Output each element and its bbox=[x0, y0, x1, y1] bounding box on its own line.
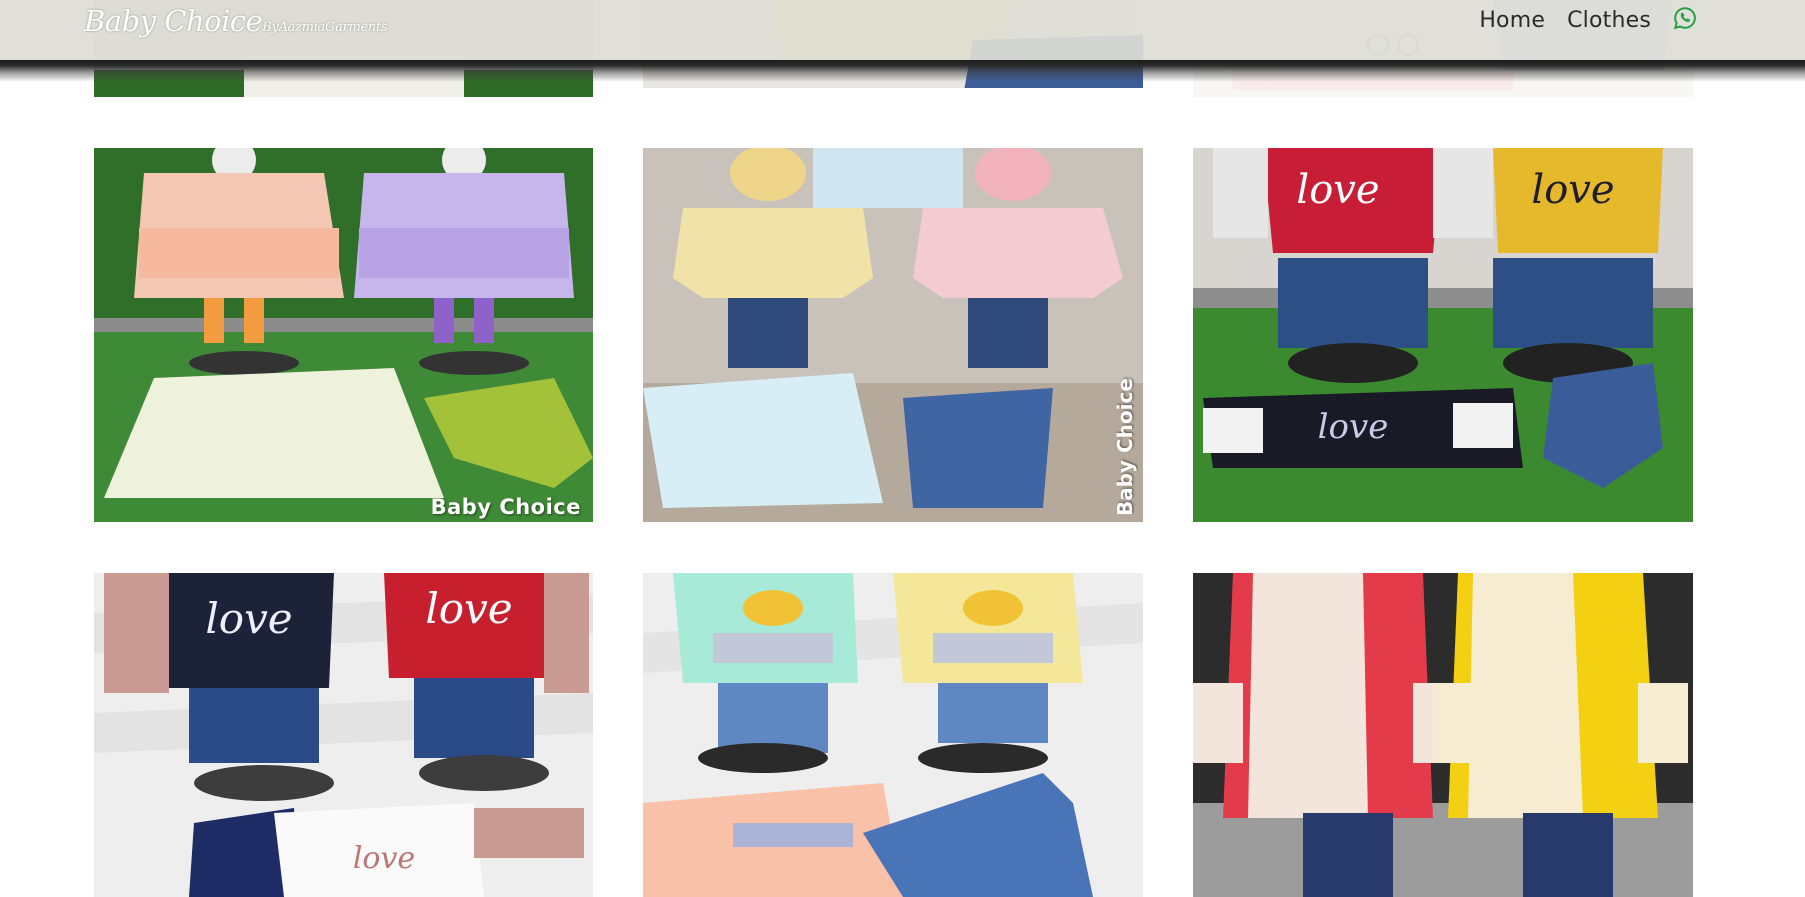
product-card-floral-dresses[interactable]: Baby Choice bbox=[94, 148, 593, 522]
product-card-love-sets-red-yellow[interactable]: love love love bbox=[1193, 148, 1693, 522]
brand-name: Baby Choice bbox=[84, 4, 263, 38]
brand-subtitle: ByAazmiaGarments bbox=[262, 20, 388, 35]
product-image bbox=[643, 148, 1143, 522]
whatsapp-link[interactable] bbox=[1673, 6, 1697, 34]
svg-text:love: love bbox=[425, 584, 512, 633]
nav-links: Home Clothes bbox=[1479, 6, 1697, 34]
navbar: Baby Choice ByAazmiaGarments Home Clothe… bbox=[0, 0, 1805, 60]
product-card-duck-hoodies[interactable] bbox=[643, 573, 1143, 897]
product-image bbox=[643, 573, 1143, 897]
nav-home-link[interactable]: Home bbox=[1479, 8, 1545, 33]
svg-text:love: love bbox=[1318, 407, 1389, 447]
svg-text:love: love bbox=[353, 841, 415, 876]
product-image bbox=[1193, 573, 1693, 897]
product-card-love-sets-plaid[interactable]: love love love bbox=[94, 573, 593, 897]
product-image: love love love bbox=[94, 573, 593, 897]
image-caption: Baby Choice bbox=[430, 495, 581, 519]
navbar-shadow bbox=[0, 60, 1805, 82]
product-card-hoodie-sets[interactable]: Baby Choice bbox=[643, 148, 1143, 522]
product-image: love love love bbox=[1193, 148, 1693, 522]
brand-logo[interactable]: Baby Choice ByAazmiaGarments bbox=[84, 4, 388, 38]
svg-text:love: love bbox=[1531, 167, 1614, 213]
whatsapp-icon bbox=[1673, 7, 1696, 30]
svg-text:love: love bbox=[205, 594, 292, 643]
nav-clothes-link[interactable]: Clothes bbox=[1567, 8, 1651, 33]
svg-text:love: love bbox=[1296, 167, 1379, 213]
product-card-floral-tunics[interactable] bbox=[1193, 573, 1693, 897]
image-caption-vertical: Baby Choice bbox=[1113, 378, 1137, 516]
product-image bbox=[94, 148, 593, 522]
